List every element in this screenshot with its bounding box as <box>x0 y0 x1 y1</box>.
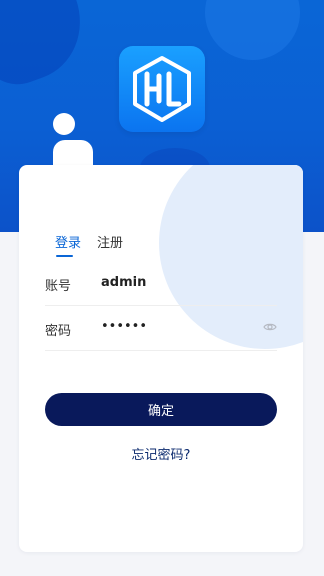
login-screen: 登录 注册 账号 admin 密码 •••••• 确定 忘记密码? <box>0 0 324 576</box>
tab-login[interactable]: 登录 <box>55 232 81 251</box>
tab-register[interactable]: 注册 <box>97 232 123 251</box>
password-input[interactable]: •••••• <box>101 319 147 334</box>
account-label: 账号 <box>45 279 72 294</box>
decor-blob <box>0 0 98 96</box>
eye-icon[interactable] <box>263 321 277 333</box>
decor-dot <box>53 113 75 135</box>
account-row: 账号 admin <box>45 261 277 306</box>
app-logo <box>119 46 205 132</box>
account-input[interactable]: admin <box>101 275 146 290</box>
decor-blob <box>205 0 300 60</box>
password-label: 密码 <box>45 324 72 339</box>
hl-hexagon-logo-icon <box>133 56 191 122</box>
confirm-button[interactable]: 确定 <box>45 393 277 426</box>
forgot-password-link[interactable]: 忘记密码? <box>19 444 303 463</box>
password-row: 密码 •••••• <box>45 306 277 351</box>
login-card: 登录 注册 账号 admin 密码 •••••• 确定 忘记密码? <box>19 165 303 552</box>
tab-active-indicator <box>56 255 73 257</box>
